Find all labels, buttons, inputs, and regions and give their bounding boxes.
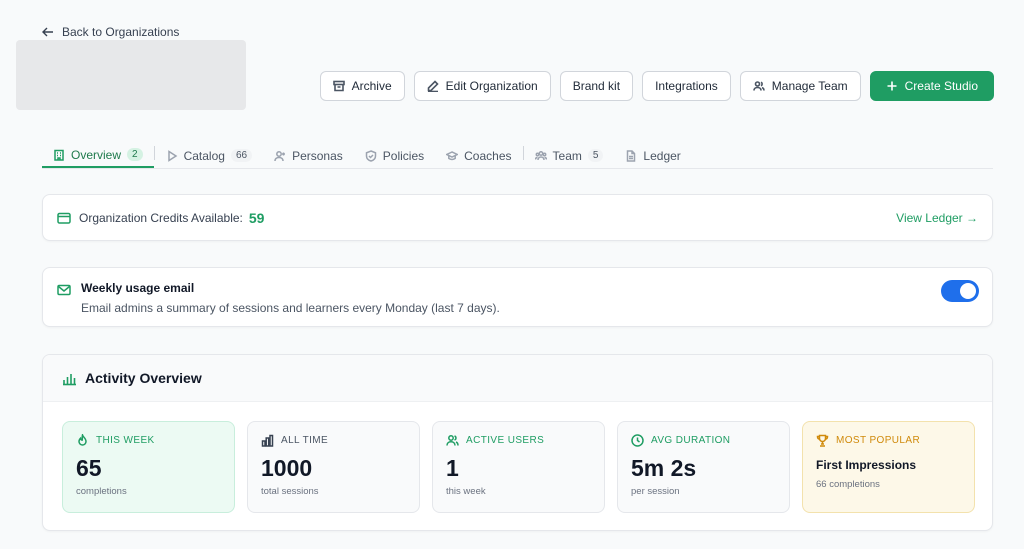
credits-card: Organization Credits Available: 59 View …	[42, 194, 993, 241]
weekly-usage-email-card: Weekly usage email Email admins a summar…	[42, 267, 993, 327]
stat-all-time-header: ALL TIME	[261, 434, 406, 447]
organization-logo-placeholder	[16, 40, 246, 110]
document-icon	[627, 149, 636, 162]
create-studio-label: Create Studio	[904, 79, 978, 93]
brand-kit-label: Brand kit	[572, 79, 621, 93]
toggle-knob	[960, 283, 976, 299]
tab-ledger-label: Ledger	[643, 148, 681, 163]
archive-icon	[332, 80, 345, 92]
bar-chart-icon	[261, 434, 274, 447]
users-icon	[752, 81, 765, 91]
tab-personas[interactable]: Personas	[263, 138, 354, 168]
weekly-email-title: Weekly usage email	[81, 281, 195, 295]
weekly-email-toggle[interactable]	[941, 280, 979, 302]
activity-header: Activity Overview	[43, 355, 992, 402]
edit-organization-label: Edit Organization	[445, 79, 538, 93]
stat-most-popular: MOST POPULAR First Impressions 66 comple…	[802, 421, 975, 513]
stats-row: THIS WEEK 65 completions ALL TIME 1000 t…	[62, 421, 975, 513]
tab-team-count: 5	[587, 149, 604, 162]
tab-catalog[interactable]: Catalog 66	[155, 138, 264, 168]
stat-active-users-label: ACTIVE USERS	[466, 435, 545, 446]
tab-coaches-label: Coaches	[464, 148, 512, 163]
stat-this-week-label: THIS WEEK	[96, 435, 155, 446]
toolbar: Archive Edit Organization Brand kit Inte…	[319, 71, 994, 101]
stat-most-popular-header: MOST POPULAR	[816, 434, 961, 447]
credits-value: 59	[248, 209, 265, 226]
team-icon	[534, 150, 547, 160]
clock-icon	[631, 434, 644, 447]
shield-icon	[365, 149, 377, 162]
integrations-label: Integrations	[655, 79, 718, 93]
tab-team-label: Team	[552, 148, 582, 163]
edit-organization-button[interactable]: Edit Organization	[413, 71, 551, 101]
stat-this-week-sub: completions	[76, 486, 127, 497]
manage-team-label: Manage Team	[771, 79, 848, 93]
stat-avg-duration-value: 5m 2s	[631, 455, 697, 481]
stat-active-users: ACTIVE USERS 1 this week	[432, 421, 605, 513]
stat-all-time-value: 1000	[261, 455, 313, 481]
building-icon	[54, 149, 64, 161]
trophy-icon	[816, 434, 829, 447]
tab-policies-label: Policies	[382, 148, 425, 163]
stat-all-time-sub: total sessions	[261, 486, 319, 497]
activity-title: Activity Overview	[85, 370, 202, 386]
tab-personas-label: Personas	[292, 148, 343, 163]
wallet-icon	[57, 212, 71, 224]
stat-this-week-value: 65	[76, 455, 102, 481]
tab-policies[interactable]: Policies	[354, 138, 435, 168]
archive-label: Archive	[351, 79, 392, 93]
stat-most-popular-label: MOST POPULAR	[836, 435, 921, 446]
credits-label: Organization Credits Available:	[79, 210, 243, 225]
tab-catalog-label: Catalog	[183, 148, 225, 163]
stat-avg-duration-header: AVG DURATION	[631, 434, 776, 447]
back-to-organizations-link[interactable]: Back to Organizations	[42, 25, 179, 39]
tab-overview-label: Overview	[71, 147, 122, 162]
stat-this-week: THIS WEEK 65 completions	[62, 421, 235, 513]
tab-ledger[interactable]: Ledger	[614, 138, 691, 168]
mail-icon	[57, 284, 71, 296]
back-label: Back to Organizations	[62, 25, 180, 39]
bar-chart-icon	[63, 373, 76, 385]
stat-avg-duration-label: AVG DURATION	[651, 435, 731, 446]
tab-team[interactable]: Team 5	[524, 138, 615, 168]
view-ledger-link[interactable]: View Ledger →	[896, 211, 978, 225]
weekly-email-description: Email admins a summary of sessions and l…	[81, 301, 500, 315]
most-popular-sub: 66 completions	[816, 479, 880, 490]
tab-coaches[interactable]: Coaches	[435, 138, 522, 168]
activity-overview-card: Activity Overview THIS WEEK 65 completio…	[42, 354, 993, 531]
stat-this-week-header: THIS WEEK	[76, 434, 221, 447]
tab-bar: Overview 2 Catalog 66 Personas Policies …	[42, 138, 993, 169]
arrow-left-icon	[42, 27, 53, 37]
plus-icon	[887, 81, 897, 91]
play-icon	[167, 149, 177, 162]
tab-overview[interactable]: Overview 2	[42, 138, 154, 168]
manage-team-button[interactable]: Manage Team	[739, 71, 861, 101]
graduation-cap-icon	[446, 150, 459, 160]
archive-button[interactable]: Archive	[319, 71, 405, 101]
brand-kit-button[interactable]: Brand kit	[559, 71, 634, 101]
integrations-button[interactable]: Integrations	[642, 71, 731, 101]
stat-active-users-header: ACTIVE USERS	[446, 434, 591, 447]
stat-all-time: ALL TIME 1000 total sessions	[247, 421, 420, 513]
flame-icon	[78, 434, 87, 446]
stat-avg-duration: AVG DURATION 5m 2s per session	[617, 421, 790, 513]
stat-all-time-label: ALL TIME	[281, 435, 329, 446]
stat-avg-duration-sub: per session	[631, 486, 680, 497]
stat-active-users-sub: this week	[446, 486, 486, 497]
tab-catalog-count: 66	[230, 149, 253, 162]
tab-overview-count: 2	[127, 148, 143, 161]
stat-active-users-value: 1	[446, 455, 459, 481]
edit-icon	[427, 80, 439, 92]
users-icon	[446, 435, 459, 446]
most-popular-name: First Impressions	[816, 458, 917, 472]
create-studio-button[interactable]: Create Studio	[869, 71, 994, 101]
persona-icon	[274, 150, 286, 161]
